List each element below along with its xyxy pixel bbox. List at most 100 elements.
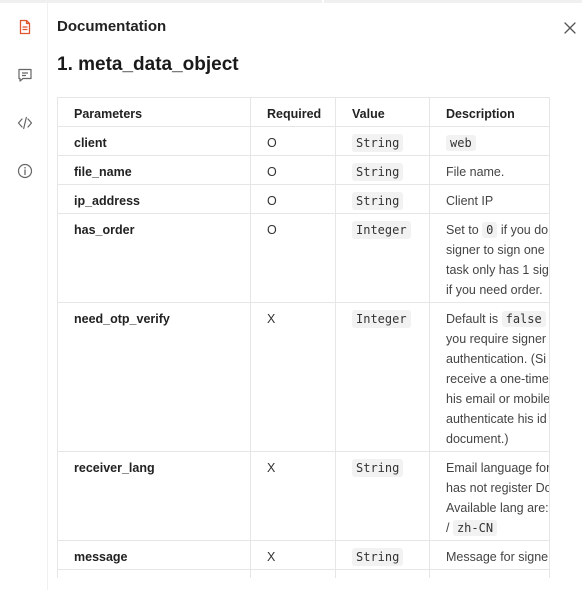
param-value-cell: String — [335, 540, 430, 570]
description-text: has not register Do — [446, 481, 550, 495]
param-value-type: String — [352, 548, 404, 566]
table-row: ip_address O String Client IP — [57, 184, 549, 214]
top-border — [0, 0, 582, 3]
description-text: you require signer — [446, 332, 547, 346]
param-description: Default is false you require signer authen… — [429, 302, 550, 452]
description-line: web — [446, 133, 549, 153]
param-description: Email language for has not register Do Ava… — [429, 451, 550, 541]
param-description: File name. — [429, 155, 549, 185]
param-value-type: String — [352, 163, 404, 181]
param-value-cell: String — [335, 184, 430, 214]
description-text: Default is — [446, 312, 502, 326]
description-line: signer to sign one — [446, 240, 549, 260]
section-title: 1. meta_data_object — [57, 54, 239, 75]
column-header-description: Description — [429, 97, 549, 127]
description-line: has not register Do — [446, 478, 550, 498]
description-text: Set to — [446, 223, 483, 237]
code-icon — [17, 116, 33, 130]
description-line: Available lang are: — [446, 498, 549, 518]
param-value-cell — [335, 569, 430, 578]
param-description: web — [429, 126, 549, 156]
param-value-type: Integer — [352, 310, 411, 328]
param-name: receiver_lang — [57, 451, 251, 541]
param-name: has_order — [57, 213, 251, 303]
rail-code-button[interactable] — [13, 111, 37, 135]
parameters-table-container[interactable]: Parameters Required Value Description cl… — [57, 97, 550, 578]
param-value-type: String — [352, 192, 404, 210]
description-text: Available lang are: — [446, 501, 549, 515]
param-value-cell: String — [335, 155, 430, 185]
inline-code: 0 — [482, 222, 498, 238]
param-value-cell: String — [335, 451, 430, 541]
description-line: Client IP — [446, 191, 549, 211]
description-line: document.) — [446, 429, 549, 449]
inline-code: web — [446, 135, 476, 151]
side-rail — [0, 0, 48, 590]
description-text: authenticate his id — [446, 412, 547, 426]
description-line: if you need order. — [446, 280, 549, 300]
description-line: Set to 0 if you do — [446, 220, 549, 240]
info-icon — [17, 163, 33, 179]
description-line: / zh-CN — [446, 518, 549, 538]
param-value-cell: Integer — [335, 213, 430, 303]
rail-comments-button[interactable] — [13, 63, 37, 87]
param-value-cell: Integer — [335, 302, 430, 452]
inline-code: zh-CN — [452, 520, 498, 536]
param-description: Set to 0 if you do signer to sign one task… — [429, 213, 549, 303]
description-line: you require signer — [446, 329, 549, 349]
table-header-row: Parameters Required Value Description — [57, 97, 549, 127]
param-required: X — [250, 451, 336, 541]
rail-info-button[interactable] — [13, 159, 37, 183]
description-text: File name. — [446, 165, 505, 179]
param-required: O — [250, 213, 336, 303]
param-name: ip_address — [57, 184, 251, 214]
description-text: document.) — [446, 432, 509, 446]
param-required: O — [250, 184, 336, 214]
column-header-value: Value — [335, 97, 430, 127]
description-text: signer to sign one — [446, 243, 545, 257]
description-text: task only has 1 sig — [446, 263, 549, 277]
table-row — [57, 569, 549, 578]
description-line: File name. — [446, 162, 549, 182]
description-text: if you do — [497, 223, 549, 237]
description-text: Email language for — [446, 461, 550, 475]
description-text: his email or mobile — [446, 392, 550, 406]
description-line: Email language for — [446, 458, 550, 478]
description-line: authentication. (Si — [446, 349, 549, 369]
description-line: Message for signe — [446, 547, 549, 567]
param-value-type: String — [352, 459, 404, 477]
description-line: his email or mobile — [446, 389, 550, 409]
description-text: / — [446, 521, 453, 535]
inline-code: false — [501, 311, 546, 327]
table-row: receiver_lang X String Email language for ha… — [57, 451, 550, 541]
close-icon — [564, 22, 576, 34]
param-name: file_name — [57, 155, 251, 185]
param-name: message — [57, 540, 251, 570]
param-required: O — [250, 126, 336, 156]
top-border-gap — [322, 0, 324, 3]
param-required: X — [250, 302, 336, 452]
param-name: need_otp_verify — [57, 302, 251, 452]
close-button[interactable] — [559, 17, 581, 39]
description-line: Default is false — [446, 309, 549, 329]
description-text: Message for signe — [446, 550, 549, 564]
table-row: has_order O Integer Set to 0 if you do signe… — [57, 213, 549, 303]
table-row: client O String web — [57, 126, 549, 156]
param-name: client — [57, 126, 251, 156]
param-value-type: Integer — [352, 221, 411, 239]
description-line: authenticate his id — [446, 409, 549, 429]
rail-documentation-button[interactable] — [13, 15, 37, 39]
column-header-required: Required — [250, 97, 336, 127]
table-row: need_otp_verify X Integer Default is false y… — [57, 302, 550, 452]
table-row: message X String Message for signe — [57, 540, 549, 570]
param-description: Client IP — [429, 184, 549, 214]
description-text: receive a one-time — [446, 372, 549, 386]
param-required: X — [250, 540, 336, 570]
description-line: receive a one-time — [446, 369, 549, 389]
document-icon — [19, 19, 31, 35]
param-value-type: String — [352, 134, 404, 152]
table-row: file_name O String File name. — [57, 155, 549, 185]
description-text: if you need order. — [446, 283, 543, 297]
param-value-cell: String — [335, 126, 430, 156]
comment-icon — [18, 68, 32, 82]
